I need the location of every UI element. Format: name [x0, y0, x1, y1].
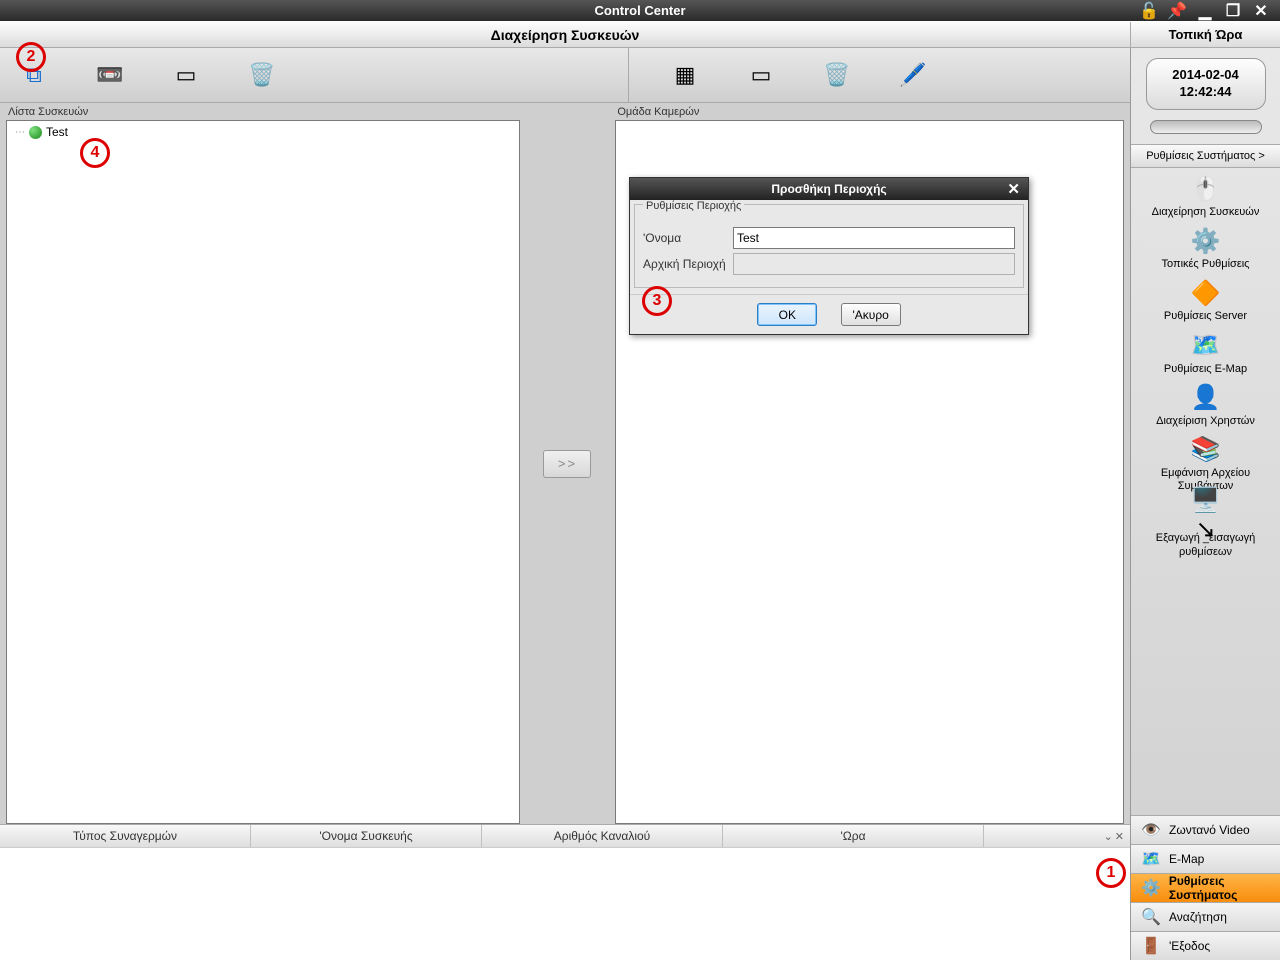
move-right-button[interactable]: >> — [543, 450, 591, 478]
nav-icon: 🗺️ — [1141, 849, 1161, 869]
system-item-icon: 🖱️ — [1190, 174, 1222, 204]
nav-label: E-Map — [1169, 852, 1204, 866]
system-item-label: Ρυθμίσεις E-Map — [1133, 363, 1278, 376]
nav-button-2[interactable]: ⚙️ Ρυθμίσεις Συστήματος — [1131, 873, 1280, 902]
parent-area-label: Αρχική Περιοχή — [643, 257, 733, 271]
tree-item-label: Test — [46, 125, 68, 139]
tree-dots-icon: ⋯ — [15, 127, 25, 138]
cancel-button[interactable]: 'Ακυρο — [841, 303, 901, 326]
system-item-icon: 🖥️↘ — [1190, 500, 1222, 530]
alarm-header: Τύπος Συναγερμών 'Ονομα Συσκευής Αριθμός… — [0, 824, 1130, 847]
dialog-title: Προσθήκη Περιοχής — [771, 182, 886, 196]
device-list-box: ⋯ Test — [6, 120, 520, 824]
system-item-label: Τοπικές Ρυθμίσεις — [1133, 258, 1278, 271]
window-titlebar: Control Center 🔓 📌 ▁ ❐ ✕ — [0, 0, 1280, 21]
alarm-col-time[interactable]: 'Ωρα — [723, 825, 984, 847]
system-item-label: Διαχείριση Χρηστών — [1133, 415, 1278, 428]
system-item-2[interactable]: 🔶 Ρυθμίσεις Server — [1133, 278, 1278, 323]
page-title: Διαχείρηση Συσκευών — [0, 27, 1130, 43]
system-item-5[interactable]: 📚Εμφάνιση Αρχείου Συμβάντων — [1133, 435, 1278, 493]
window-controls: 🔓 📌 ▁ ❐ ✕ — [1140, 2, 1280, 20]
edit-device-button[interactable]: ▭ — [170, 59, 202, 91]
nav-button-1[interactable]: 🗺️ E-Map — [1131, 844, 1280, 873]
system-item-icon: 🗺️ — [1190, 331, 1222, 361]
alarm-collapse-icon[interactable]: ⌄ — [1104, 830, 1113, 843]
maximize-icon[interactable]: ❐ — [1224, 2, 1242, 20]
ok-button[interactable]: OK — [757, 303, 817, 326]
name-label: 'Ονομα — [643, 231, 733, 245]
add-device-button[interactable]: 📼 — [94, 59, 126, 91]
system-item-icon: 👤 — [1190, 383, 1222, 413]
close-icon[interactable]: ✕ — [1252, 2, 1270, 20]
alarm-body — [0, 847, 1130, 960]
nav-icon: 👁️ — [1141, 820, 1161, 840]
nav-button-3[interactable]: 🔍 Αναζήτηση — [1131, 902, 1280, 931]
delete-group-button[interactable]: 🗑️ — [821, 59, 853, 91]
nav-button-0[interactable]: 👁️ Ζωντανό Video — [1131, 815, 1280, 844]
delete-button[interactable]: 🗑️ — [246, 59, 278, 91]
system-item-label: Διαχείρηση Συσκευών — [1133, 206, 1278, 219]
nav-button-4[interactable]: 🚪 'Εξοδος — [1131, 931, 1280, 960]
clock-date: 2014-02-04 — [1172, 67, 1239, 84]
nav-label: Αναζήτηση — [1169, 910, 1227, 924]
nav-icon: 🚪 — [1141, 936, 1161, 956]
alarm-close-icon[interactable]: ✕ — [1115, 830, 1124, 843]
minimize-icon[interactable]: ▁ — [1196, 2, 1214, 20]
camera-group-title: Ομάδα Καμερών — [617, 106, 1124, 118]
system-item-icon: 📚 — [1190, 435, 1222, 465]
system-item-icon: ⚙️ — [1190, 226, 1222, 256]
clock-slider[interactable] — [1150, 120, 1262, 134]
dialog-close-icon[interactable]: ✕ — [999, 180, 1028, 198]
nav-icon: ⚙️ — [1141, 878, 1161, 898]
tree-item[interactable]: ⋯ Test — [7, 121, 519, 139]
add-area-button[interactable]: ⧉ — [18, 59, 50, 91]
name-field[interactable] — [733, 227, 1015, 249]
right-sidebar: 2014-02-04 12:42:44 Ρυθμίσεις Συστήματος… — [1130, 48, 1280, 960]
clock-box: 2014-02-04 12:42:44 — [1146, 58, 1266, 110]
system-item-0[interactable]: 🖱️ Διαχείρηση Συσκευών — [1133, 174, 1278, 219]
pin-icon[interactable]: 📌 — [1168, 2, 1186, 20]
parent-area-field — [733, 253, 1015, 275]
lock-icon[interactable]: 🔓 — [1140, 2, 1158, 20]
system-item-label: Ρυθμίσεις Server — [1133, 310, 1278, 323]
dialog-group-title: Ρυθμίσεις Περιοχής — [643, 200, 744, 212]
edit-group-button[interactable]: ▭ — [745, 59, 777, 91]
device-list-title: Λίστα Συσκευών — [8, 106, 520, 118]
system-item-3[interactable]: 🗺️ Ρυθμίσεις E-Map — [1133, 331, 1278, 376]
nav-label: Ρυθμίσεις Συστήματος — [1169, 874, 1280, 902]
system-item-6[interactable]: 🖥️↘Εξαγωγή _εισαγωγή ρυθμίσεων — [1133, 500, 1278, 558]
add-area-dialog: Προσθήκη Περιοχής ✕ Ρυθμίσεις Περιοχής '… — [629, 177, 1029, 335]
tool-button[interactable]: 🖊️ — [897, 59, 929, 91]
nav-label: Ζωντανό Video — [1169, 823, 1250, 837]
clock-time: 12:42:44 — [1179, 84, 1231, 101]
header-row: Διαχείρηση Συσκευών Τοπική Ώρα — [0, 21, 1280, 48]
nav-icon: 🔍 — [1141, 907, 1161, 927]
grid-layout-button[interactable]: ▦ — [669, 59, 701, 91]
alarm-col-channel[interactable]: Αριθμός Καναλιού — [482, 825, 723, 847]
system-item-4[interactable]: 👤 Διαχείριση Χρηστών — [1133, 383, 1278, 428]
system-item-label: Εξαγωγή _εισαγωγή ρυθμίσεων — [1133, 532, 1278, 558]
globe-icon — [29, 126, 42, 139]
window-title: Control Center — [595, 3, 686, 18]
alarm-col-type[interactable]: Τύπος Συναγερμών — [0, 825, 251, 847]
system-item-icon: 🔶 — [1190, 278, 1222, 308]
system-item-1[interactable]: ⚙️ Τοπικές Ρυθμίσεις — [1133, 226, 1278, 271]
nav-label: 'Εξοδος — [1169, 939, 1210, 953]
system-settings-header[interactable]: Ρυθμίσεις Συστήματος > — [1131, 144, 1280, 168]
toolbar-row: ⧉ 📼 ▭ 🗑️ ▦ ▭ 🗑️ 🖊️ — [0, 48, 1130, 103]
alarm-col-device[interactable]: 'Ονομα Συσκευής — [251, 825, 482, 847]
clock-header: Τοπική Ώρα — [1130, 22, 1280, 47]
dialog-titlebar[interactable]: Προσθήκη Περιοχής ✕ — [630, 178, 1028, 200]
